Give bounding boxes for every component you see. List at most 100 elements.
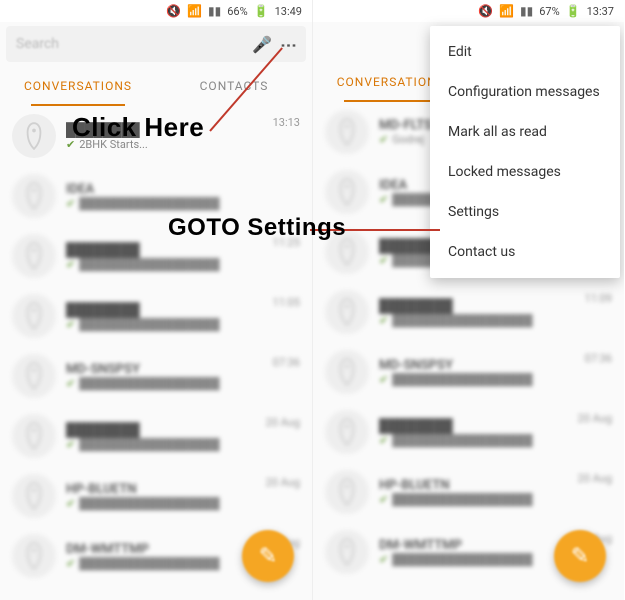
conversation-list: ████████✔2BHK Starts...13:13IDEA✔███████… [0,106,312,586]
compose-fab[interactable]: ✎ [554,530,606,582]
conversation-row[interactable]: MD-SNSPSY✔██████████████████07:36 [0,346,312,406]
row-text: DM-WMTTMP✔██████████████████ [66,542,266,570]
check-icon: ✔ [66,197,75,210]
row-text: HP-BLUETN✔██████████████████ [66,482,266,510]
menu-item-contact-us[interactable]: Contact us [430,232,620,272]
clock: 13:49 [275,5,302,18]
overflow-menu: EditConfiguration messagesMark all as re… [430,26,620,278]
status-bar: 🔇 📶 ▮▮ 66% 🔋 13:49 [0,0,312,22]
conversation-row[interactable]: HP-BLUETN✔██████████████████20 Aug [0,466,312,526]
signal-icon: ▮▮ [520,4,533,18]
avatar [325,410,369,454]
message-preview: ✔██████████████████ [66,377,273,390]
status-bar: 🔇 📶 ▮▮ 67% 🔋 13:37 [313,0,624,22]
battery-icon: 🔋 [566,4,581,18]
sender-name: HP-BLUETN [66,482,266,497]
message-preview: ✔██████████████████ [379,373,585,386]
sender-name: ████████ [379,418,578,434]
timestamp: 20 Aug [578,412,612,425]
battery-pct: 66% [227,5,247,18]
check-icon: ✔ [379,314,388,327]
mute-icon: 🔇 [478,4,493,18]
row-text: IDEA✔██████████████████ [66,182,300,210]
annotation-goto-settings: GOTO Settings [168,214,346,242]
timestamp: 11:09 [585,292,612,305]
annotation-click-here: Click Here [72,112,204,143]
tab-bar: CONVERSATIONS CONTACTS [0,66,312,106]
timestamp: 07:36 [585,352,612,365]
avatar [12,534,56,578]
compose-fab[interactable]: ✎ [242,530,294,582]
clock: 13:37 [587,5,614,18]
conversation-row[interactable]: ████████✔██████████████████11:05 [0,286,312,346]
battery-icon: 🔋 [254,4,269,18]
tab-conversations[interactable]: CONVERSATIONS [0,66,156,106]
row-text: HP-BLUETN✔██████████████████ [379,478,578,506]
sender-name: ████████ [66,242,273,258]
check-icon: ✔ [66,258,75,271]
avatar [12,294,56,338]
timestamp: 07:36 [273,356,300,369]
conversation-row[interactable]: ████████✔██████████████████20 Aug [0,406,312,466]
row-text: ████████✔██████████████████ [66,422,266,451]
compose-icon: ✎ [571,544,589,569]
message-preview: ✔██████████████████ [66,438,266,451]
avatar [12,354,56,398]
check-icon: ✔ [379,493,388,506]
message-preview: ✔██████████████████ [379,434,578,447]
avatar [12,114,56,158]
timestamp: 20 Aug [266,476,300,489]
row-text: MD-SNSPSY✔██████████████████ [66,362,273,390]
conversation-row[interactable]: ████████✔██████████████████20 Aug [313,402,624,462]
menu-item-edit[interactable]: Edit [430,32,620,72]
sender-name: IDEA [66,182,300,197]
conversation-row[interactable]: ████████✔██████████████████11:09 [313,282,624,342]
sender-name: ████████ [379,298,585,314]
menu-item-settings[interactable]: Settings [430,192,620,232]
avatar [12,234,56,278]
check-icon: ✔ [66,497,75,510]
signal-icon: ▮▮ [208,4,221,18]
timestamp: 11:05 [273,296,300,309]
message-preview: ✔██████████████████ [66,197,300,210]
row-text: ████████✔██████████████████ [66,242,273,271]
conversation-row[interactable]: MD-SNSPSY✔██████████████████07:36 [313,342,624,402]
sender-name: MD-SNSPSY [66,362,273,377]
menu-item-configuration-messages[interactable]: Configuration messages [430,72,620,112]
wifi-icon: 📶 [187,4,202,18]
row-text: DM-WMTTMP✔██████████████████ [379,538,578,566]
phone-left: 🔇 📶 ▮▮ 66% 🔋 13:49 Search 🎤 ⋮ CONVERSATI… [0,0,312,600]
message-preview: ✔██████████████████ [379,553,578,566]
avatar [325,110,369,154]
message-preview: ✔██████████████████ [66,497,266,510]
mic-icon[interactable]: 🎤 [252,35,272,54]
search-bar[interactable]: Search 🎤 ⋮ [6,26,306,62]
search-placeholder: Search [16,36,252,52]
check-icon: ✔ [66,318,75,331]
row-text: ████████✔██████████████████ [66,302,273,331]
conversation-row[interactable]: HP-BLUETN✔██████████████████20 Aug [313,462,624,522]
message-preview: ✔██████████████████ [66,318,273,331]
check-icon: ✔ [379,553,388,566]
timestamp: 20 Aug [266,416,300,429]
row-text: MD-SNSPSY✔██████████████████ [379,358,585,386]
sender-name: ████████ [66,302,273,318]
row-text: ████████✔██████████████████ [379,298,585,327]
avatar [325,530,369,574]
sender-name: DM-WMTTMP [66,542,266,557]
check-icon: ✔ [66,438,75,451]
message-preview: ✔██████████████████ [66,557,266,570]
menu-item-mark-all-as-read[interactable]: Mark all as read [430,112,620,152]
avatar [325,350,369,394]
message-preview: ✔██████████████████ [379,314,585,327]
check-icon: ✔ [379,434,388,447]
timestamp: 20 Aug [578,472,612,485]
menu-item-locked-messages[interactable]: Locked messages [430,152,620,192]
sender-name: HP-BLUETN [379,478,578,493]
check-icon: ✔ [379,133,388,146]
message-preview: ✔██████████████████ [379,493,578,506]
wifi-icon: 📶 [499,4,514,18]
avatar [12,414,56,458]
battery-pct: 67% [539,5,559,18]
phone-right: 🔇 📶 ▮▮ 67% 🔋 13:37 CONVERSATIONS MD-FLTS… [312,0,624,600]
